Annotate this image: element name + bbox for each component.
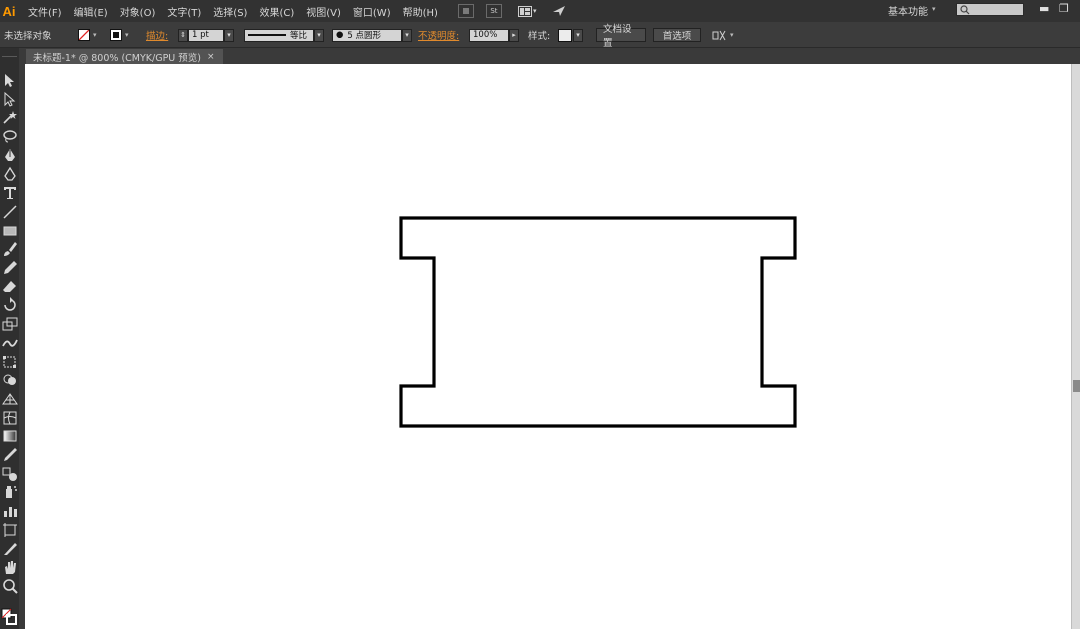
symbol-sprayer-icon[interactable] [0,483,19,501]
menu-edit[interactable]: 编辑(E) [68,4,114,19]
stroke-swatch[interactable]: ▾ [110,22,129,48]
menu-select[interactable]: 选择(S) [207,4,253,19]
close-icon[interactable]: × [207,52,215,62]
sync-icon[interactable] [552,5,566,17]
stock-icon-label: St [490,7,498,15]
direct-selection-icon[interactable] [0,91,19,109]
fill-swatch[interactable]: ▾ [78,22,97,48]
align-icon [712,30,726,40]
preferences-button[interactable]: 首选项 [653,28,701,42]
rectangle-icon[interactable] [0,222,19,240]
vertical-scrollbar[interactable] [1071,64,1080,629]
menu-type[interactable]: 文字(T) [161,4,207,19]
scale-icon[interactable] [0,315,19,333]
free-transform-icon[interactable] [0,353,19,371]
app-logo: Ai [2,3,16,19]
selection-status: 未选择对象 [4,31,52,42]
artboard-icon[interactable] [0,521,19,539]
document-tab-title: 未标题-1* @ 800% (CMYK/GPU 预览) [33,52,201,64]
menu-view[interactable]: 视图(V) [300,4,347,19]
menu-window[interactable]: 窗口(W) [347,4,397,19]
opacity-control[interactable]: 100% ▸ [469,22,519,48]
menu-object[interactable]: 对象(O) [114,4,162,19]
graphic-style-swatch[interactable]: ▾ [558,22,583,48]
chevron-down-icon[interactable]: ▾ [125,31,129,39]
chevron-down-icon[interactable]: ▾ [93,31,97,39]
help-search-input[interactable] [956,3,1024,16]
search-icon [960,5,970,15]
workspace-switcher[interactable]: 基本功能 [888,3,928,18]
perspective-grid-icon[interactable] [0,390,19,408]
document-setup-button[interactable]: 文档设置 [596,24,646,49]
menu-help[interactable]: 帮助(H) [397,4,444,19]
chevron-down-icon[interactable]: ▾ [402,28,412,42]
magic-wand-icon[interactable] [0,109,19,127]
stroke-color-icon [110,29,122,41]
stroke-weight-control[interactable]: ⇕ 1 pt ▾ [178,22,234,48]
document-tab-bar: 未标题-1* @ 800% (CMYK/GPU 预览) × [25,48,1080,64]
control-panel-menu[interactable]: ▾ [712,22,734,48]
control-bar: 未选择对象 ▾ ▾ 描边: ⇕ 1 pt ▾ 等比 ▾ ● 5 点圆形 ▾ 不透… [0,22,1080,49]
artwork-svg [399,216,797,428]
menu-effect[interactable]: 效果(C) [253,4,300,19]
pen-icon[interactable] [0,147,19,165]
rotate-icon[interactable] [0,296,19,314]
lasso-icon[interactable] [0,128,19,146]
scrollbar-thumb[interactable] [1073,380,1080,392]
eraser-icon[interactable] [0,278,19,296]
type-icon[interactable] [0,184,19,202]
paintbrush-icon[interactable] [0,240,19,258]
opacity-label[interactable]: 不透明度: [418,28,459,42]
shape-builder-icon[interactable] [0,371,19,389]
column-graph-icon[interactable] [0,502,19,520]
chevron-down-icon[interactable]: ▾ [314,28,324,42]
stepper-icon[interactable]: ⇕ [178,28,188,42]
restore-icon[interactable]: ❐ [1059,2,1069,15]
curvature-icon[interactable] [0,166,19,184]
line-segment-icon[interactable] [0,203,19,221]
selection-icon[interactable] [0,72,19,90]
brush-label: 5 点圆形 [347,31,382,41]
panel-grip[interactable] [2,56,17,57]
arrange-documents-icon[interactable]: ▾ [517,5,536,17]
chevron-down-icon[interactable]: ▾ [224,28,234,42]
gradient-icon[interactable] [0,427,19,445]
brush-dot-icon: ● [336,30,344,40]
document-tab[interactable]: 未标题-1* @ 800% (CMYK/GPU 预览) × [26,49,223,64]
style-label: 样式: [528,31,551,42]
brush-definition[interactable]: ● 5 点圆形 ▾ [332,22,412,48]
workspace-caret-icon[interactable]: ▾ [932,5,936,13]
minimize-icon[interactable]: ▬ [1039,2,1049,15]
chevron-down-icon[interactable]: ▾ [730,31,734,39]
mesh-icon[interactable] [0,409,19,427]
menu-bar: Ai 文件(F) 编辑(E) 对象(O) 文字(T) 选择(S) 效果(C) 视… [0,0,1080,22]
fill-stroke-proxy-icon[interactable] [1,608,18,626]
profile-label: 等比 [290,31,308,41]
slice-icon[interactable] [0,540,19,558]
bridge-icon[interactable] [457,4,474,18]
stock-icon[interactable]: St [485,4,502,18]
stroke-profile-line-icon [248,34,286,36]
stroke-label[interactable]: 描边: [146,28,168,42]
chevron-right-icon[interactable]: ▸ [509,28,519,42]
style-swatch-icon [558,28,572,42]
menu-file[interactable]: 文件(F) [22,4,68,19]
tools-panel [0,48,19,629]
artboard-canvas[interactable] [25,64,1071,629]
artwork-path[interactable] [399,216,797,428]
blend-icon[interactable] [0,465,19,483]
opacity-field[interactable]: 100% [469,28,509,42]
hand-icon[interactable] [0,558,19,576]
stroke-weight-field[interactable]: 1 pt [188,28,224,42]
warp-icon[interactable] [0,334,19,352]
pencil-icon[interactable] [0,259,19,277]
fill-none-icon [78,29,90,41]
zoom-icon[interactable] [0,577,19,595]
variable-width-profile[interactable]: 等比 ▾ [244,22,324,48]
eyedropper-icon[interactable] [0,446,19,464]
chevron-down-icon[interactable]: ▾ [573,28,583,42]
